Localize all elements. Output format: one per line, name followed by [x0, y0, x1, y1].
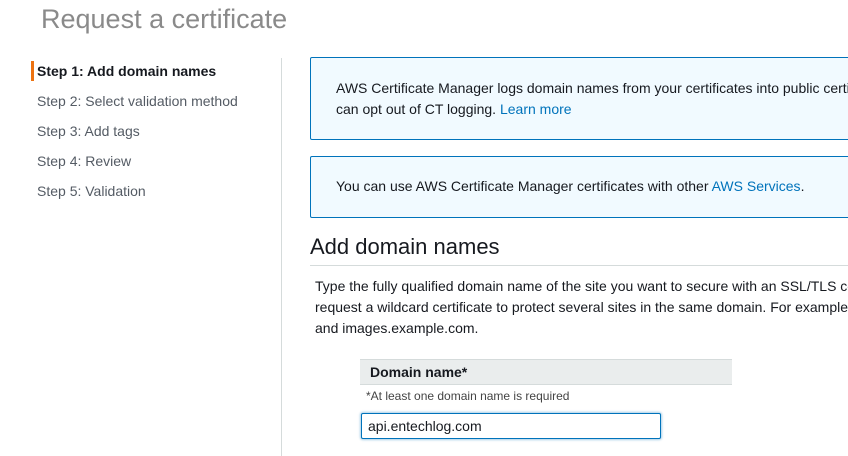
vertical-divider	[281, 58, 282, 456]
learn-more-link[interactable]: Learn more	[500, 101, 572, 117]
step-validation[interactable]: Step 5: Validation	[31, 180, 276, 210]
description-line: request a wildcard certificate to protec…	[315, 299, 848, 315]
services-trailing: .	[800, 178, 805, 194]
domain-required-note: *At least one domain name is required	[366, 389, 570, 403]
ct-logging-text-line2: can opt out of CT logging. Learn more	[336, 99, 848, 120]
services-info-box: You can use AWS Certificate Manager cert…	[310, 156, 848, 218]
aws-services-link[interactable]: AWS Services	[712, 178, 801, 194]
ct-logging-info-box: AWS Certificate Manager logs domain name…	[310, 57, 848, 140]
domain-name-column-header: Domain name*	[360, 359, 732, 385]
step-add-domain-names[interactable]: Step 1: Add domain names	[31, 60, 276, 90]
wizard-steps: Step 1: Add domain names Step 2: Select …	[31, 60, 276, 210]
section-description: Type the fully qualified domain name of …	[315, 276, 848, 339]
services-text: You can use AWS Certificate Manager cert…	[336, 178, 709, 194]
ct-logging-text-line1: AWS Certificate Manager logs domain name…	[336, 80, 848, 96]
step-review[interactable]: Step 4: Review	[31, 150, 276, 180]
description-line: Type the fully qualified domain name of …	[315, 278, 848, 294]
section-title: Add domain names	[310, 234, 500, 259]
description-line: and images.example.com.	[315, 320, 479, 336]
ct-logging-text: can opt out of CT logging.	[336, 101, 497, 117]
step-add-tags[interactable]: Step 3: Add tags	[31, 120, 276, 150]
section-divider	[310, 265, 848, 266]
domain-name-input[interactable]	[361, 413, 661, 439]
step-select-validation-method[interactable]: Step 2: Select validation method	[31, 90, 276, 120]
page-title: Request a certificate	[41, 4, 288, 34]
